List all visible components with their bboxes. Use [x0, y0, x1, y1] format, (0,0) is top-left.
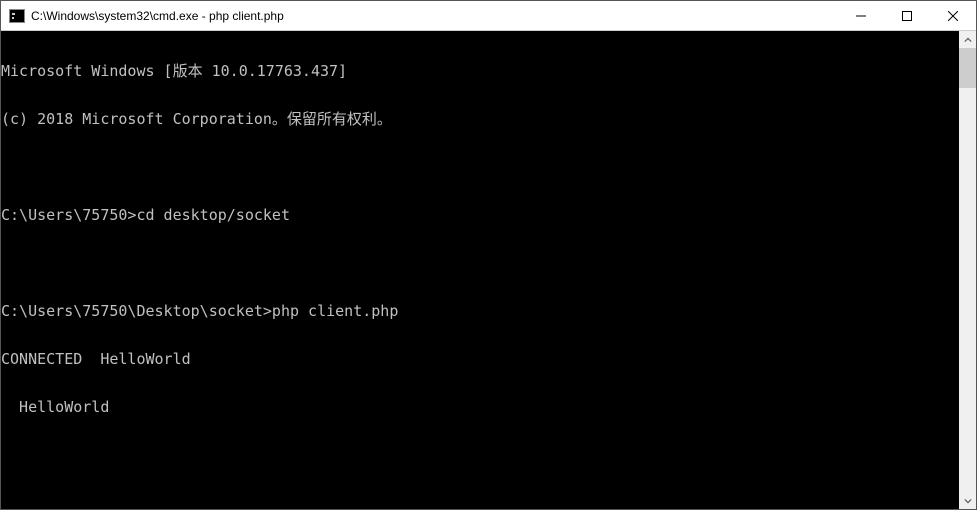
window-titlebar[interactable]: C:\Windows\system32\cmd.exe - php client… [1, 1, 976, 31]
scroll-up-button[interactable] [959, 31, 976, 48]
chevron-up-icon [964, 36, 972, 44]
terminal-area: Microsoft Windows [版本 10.0.17763.437] (c… [1, 31, 976, 509]
terminal-line: CONNECTED HelloWorld [1, 351, 959, 367]
terminal-line: HelloWorld [1, 399, 959, 415]
chevron-down-icon [964, 497, 972, 505]
terminal-line: Microsoft Windows [版本 10.0.17763.437] [1, 63, 959, 79]
terminal-line: C:\Users\75750\Desktop\socket>php client… [1, 303, 959, 319]
window-title: C:\Windows\system32\cmd.exe - php client… [31, 9, 838, 23]
close-icon [948, 11, 958, 21]
vertical-scrollbar[interactable] [959, 31, 976, 509]
maximize-icon [902, 11, 912, 21]
terminal-line [1, 255, 959, 271]
terminal-line: C:\Users\75750>cd desktop/socket [1, 207, 959, 223]
close-button[interactable] [930, 1, 976, 30]
terminal-output[interactable]: Microsoft Windows [版本 10.0.17763.437] (c… [1, 31, 959, 509]
minimize-icon [856, 11, 866, 21]
cmd-icon [9, 9, 25, 23]
minimize-button[interactable] [838, 1, 884, 30]
terminal-line [1, 159, 959, 175]
maximize-button[interactable] [884, 1, 930, 30]
scroll-thumb[interactable] [959, 48, 976, 88]
window-controls [838, 1, 976, 30]
scroll-down-button[interactable] [959, 492, 976, 509]
terminal-line: (c) 2018 Microsoft Corporation。保留所有权利。 [1, 111, 959, 127]
